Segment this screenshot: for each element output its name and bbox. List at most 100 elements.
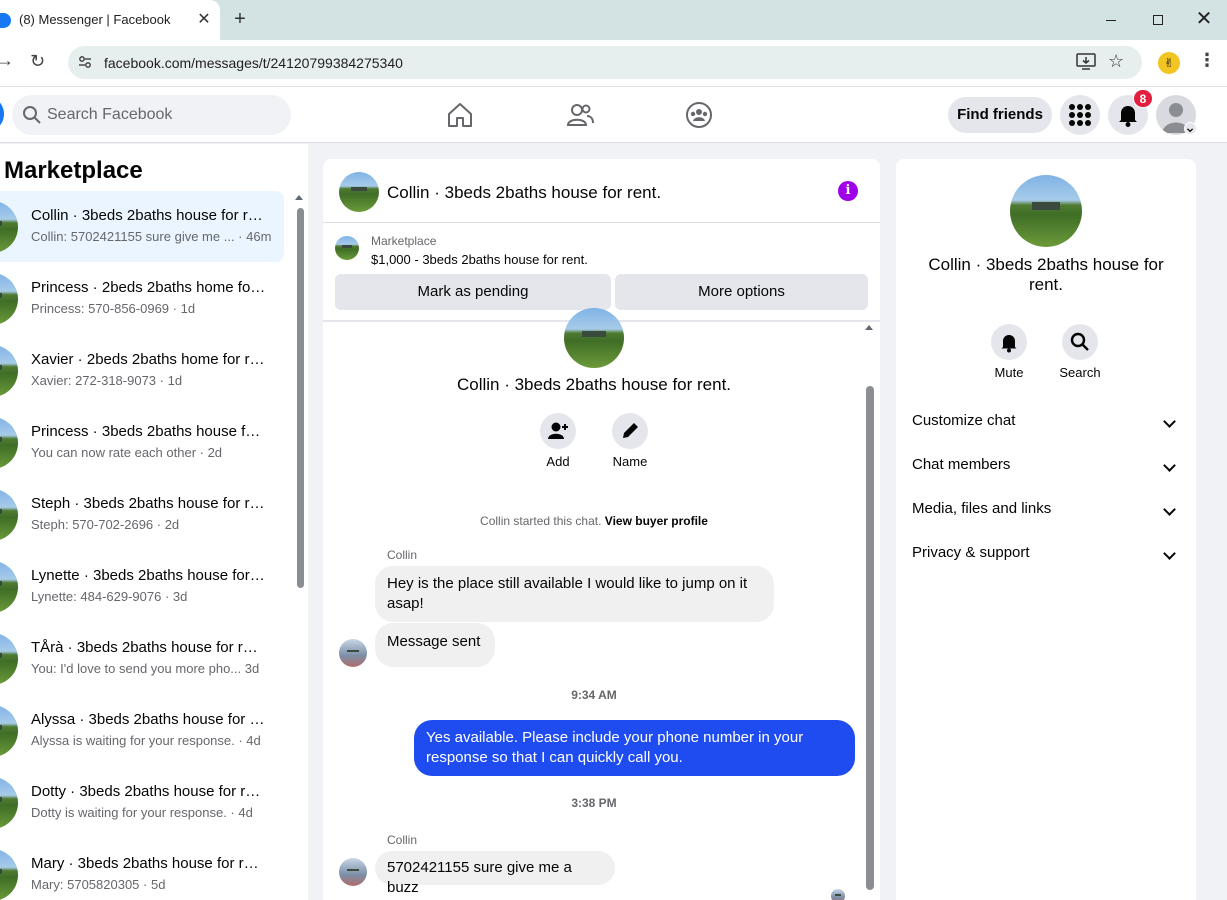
conversation-item[interactable]: Xavier · 2beds 2baths home for rent. Xavi… [0,335,284,407]
facebook-search-input[interactable] [47,103,277,127]
conversation-item[interactable]: Mary · 3beds 2baths house for rent. Mary:… [0,839,284,900]
tab-close-icon[interactable]: ✕ [194,10,214,30]
mute-label: Mute [994,365,1024,380]
conversation-preview: Alyssa is waiting for your response. · 4… [31,733,261,748]
conversation-item[interactable]: Princess · 3beds 2baths house for rent. Y… [0,407,284,479]
conversation-item[interactable]: TÅrà · 3beds 2baths house for rent. You: … [0,623,284,695]
notification-badge: 8 [1133,89,1153,108]
mark-as-pending-button[interactable]: Mark as pending [335,274,611,310]
home-icon[interactable] [446,101,474,129]
add-people-button[interactable] [540,413,576,449]
panel-title: Marketplace [4,157,143,184]
listing-thumbnail [0,273,18,325]
chat-intro-avatar [564,308,624,368]
chat-members-section[interactable]: Chat members [912,456,1180,480]
conversation-preview: You: I'd love to send you more pho... 3d [31,661,260,676]
chevron-down-icon [1163,415,1176,428]
message-timestamp: 9:34 AM [571,688,617,702]
chevron-down-icon [1163,459,1176,472]
conversation-name: Collin · 3beds 2baths house for rent. [31,207,266,224]
view-buyer-profile-link[interactable]: View buyer profile [605,514,708,528]
more-options-button[interactable]: More options [615,274,868,310]
bookmark-star-icon[interactable]: ☆ [1108,51,1124,72]
conversation-item[interactable]: Princess · 2beds 2baths home for rent. Pr… [0,263,284,335]
conversation-item[interactable]: Steph · 3beds 2baths house for rent. Step… [0,479,284,551]
find-friends-button[interactable]: Find friends [948,97,1052,133]
conversation-name: Princess · 3beds 2baths house for rent. [31,423,266,440]
pencil-icon [623,423,638,438]
chevron-down-icon [1184,122,1197,135]
my-message-bubble[interactable]: Yes available. Please include your phone… [414,720,855,776]
conversation-name: Lynette · 3beds 2baths house for rent. [31,567,266,584]
chat-intro-name: Collin · 3beds 2baths house for rent. [456,375,732,394]
conversation-name: Princess · 2beds 2baths home for rent. [31,279,266,296]
search-label: Search [1059,365,1101,380]
section-label: Privacy & support [912,544,1030,561]
window-minimize-button[interactable] [1102,10,1120,30]
listing-thumbnail [0,417,18,469]
url-text[interactable]: facebook.com/messages/t/2412079938427534… [104,55,403,71]
extension-icon[interactable]: ✌ [1158,52,1180,74]
conversation-list-scrollbar[interactable] [297,208,304,588]
conversation-name: Dotty · 3beds 2baths house for rent. [31,783,266,800]
info-icon[interactable]: i [838,181,858,201]
details-avatar [1010,175,1082,247]
reload-icon[interactable]: ↻ [30,51,45,72]
sender-avatar[interactable] [339,858,367,886]
search-chat-button[interactable] [1062,324,1098,360]
conversation-name: Xavier · 2beds 2baths home for rent. [31,351,266,368]
chat-started-notice: Collin started this chat. View buyer pro… [323,514,865,528]
conversation-preview: Xavier: 272-318-9073 · 1d [31,373,183,388]
new-tab-button[interactable]: + [229,8,251,30]
menu-button[interactable] [1060,95,1100,135]
marketplace-label: Marketplace [371,234,437,248]
media-files-links-section[interactable]: Media, files and links [912,500,1180,524]
chat-scrollbar[interactable] [866,386,874,890]
message-bubble[interactable]: Hey is the place still available I would… [375,566,774,622]
chat-header-avatar[interactable] [339,172,379,212]
message-timestamp: 3:38 PM [571,796,617,810]
conversation-name: Steph · 3beds 2baths house for rent. [31,495,266,512]
chat-panel [323,159,880,900]
forward-arrow-icon[interactable]: → [0,50,14,71]
listing-thumbnail[interactable] [335,236,359,260]
conversation-preview: Dotty is waiting for your response. · 4d [31,805,253,820]
conversation-item[interactable]: Collin · 3beds 2baths house for rent. Col… [0,191,284,263]
sender-name: Collin [387,548,418,562]
friends-icon[interactable] [566,101,594,129]
search-icon [1070,332,1089,351]
scroll-up-arrow-icon[interactable] [865,325,873,330]
search-icon [23,106,41,124]
privacy-support-section[interactable]: Privacy & support [912,544,1180,568]
site-settings-icon[interactable] [78,55,92,69]
add-label: Add [546,454,570,469]
sender-avatar[interactable] [339,639,367,667]
conversation-name: Mary · 3beds 2baths house for rent. [31,855,266,872]
install-app-icon[interactable] [1076,53,1096,71]
chat-header-title[interactable]: Collin · 3beds 2baths house for rent. [387,183,661,203]
mute-button[interactable] [991,324,1027,360]
message-bubble[interactable]: 5702421155 sure give me a buzz [375,851,615,896]
browser-menu-icon[interactable]: ⋮ [1198,50,1216,71]
edit-name-button[interactable] [612,413,648,449]
window-maximize-button[interactable] [1148,10,1166,30]
window-close-button[interactable]: ✕ [1194,8,1214,30]
message-bubble[interactable]: Message sent [375,623,495,667]
section-label: Media, files and links [912,500,1052,517]
section-label: Customize chat [912,412,1016,429]
details-title: Collin · 3beds 2baths house for rent. [928,255,1164,294]
listing-title[interactable]: $1,000 - 3beds 2baths house for rent. [371,252,588,267]
conversation-item[interactable]: Lynette · 3beds 2baths house for rent. Ly… [0,551,284,623]
conversation-item[interactable]: Dotty · 3beds 2baths house for rent. Dott… [0,767,284,839]
conversation-preview: Lynette: 484-629-9076 · 3d [31,589,188,604]
tab-title: (8) Messenger | Facebook [19,12,171,27]
listing-thumbnail [0,561,18,613]
name-label: Name [612,454,648,469]
customize-chat-section[interactable]: Customize chat [912,412,1180,436]
groups-icon[interactable] [685,101,713,129]
conversation-preview: Princess: 570-856-0969 · 1d [31,301,196,316]
listing-thumbnail [0,849,18,900]
conversation-name: TÅrà · 3beds 2baths house for rent. [31,639,266,656]
conversation-item[interactable]: Alyssa · 3beds 2baths house for rent. Aly… [0,695,284,767]
scroll-up-arrow-icon[interactable] [295,195,303,200]
